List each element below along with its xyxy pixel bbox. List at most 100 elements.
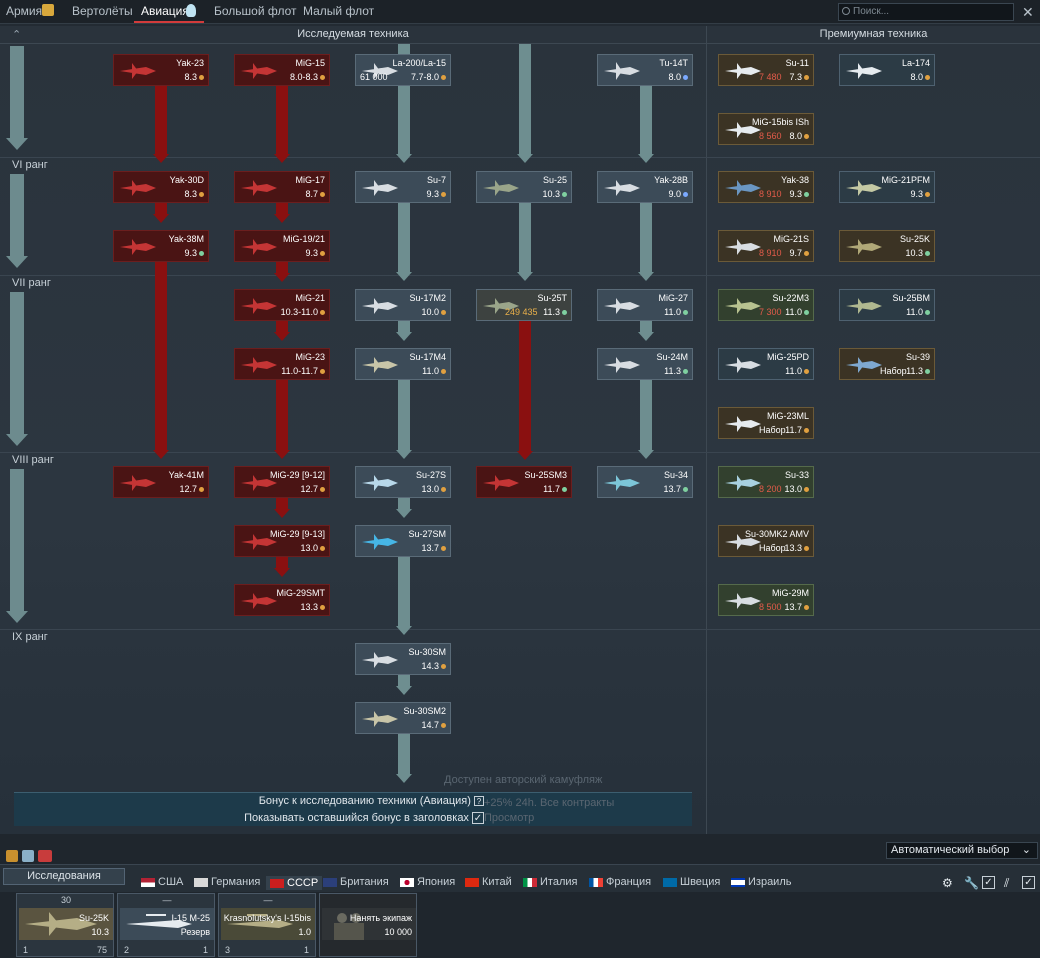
- vehicle-card-mig29-912[interactable]: MiG-29 [9-12] 12.7: [234, 466, 330, 498]
- vehicle-card-yak28b[interactable]: Yak-28B 9.0: [597, 171, 693, 203]
- collapse-icon[interactable]: ⌃: [12, 28, 21, 41]
- vehicle-card-su33[interactable]: Su-33 8 200 13.0: [718, 466, 814, 498]
- vehicle-card-su27s[interactable]: Su-27S 13.0: [355, 466, 451, 498]
- vehicle-card-su25[interactable]: Su-25 10.3: [476, 171, 572, 203]
- auto-select-dropdown[interactable]: Автоматический выбор ⌄: [886, 842, 1038, 859]
- rank-arrow: [6, 256, 28, 268]
- vehicle-card-su11[interactable]: Su-11 7 480 7.3: [718, 54, 814, 86]
- checkbox-checked-icon[interactable]: ✓: [1022, 876, 1035, 889]
- tab-aviation[interactable]: Авиация: [141, 4, 189, 18]
- plane-icon: [362, 180, 398, 196]
- nation-tab-china[interactable]: Китай: [465, 876, 512, 888]
- vehicle-card-mig21s[interactable]: MiG-21S 8 910 9.7: [718, 230, 814, 262]
- vehicle-card-mig23ml[interactable]: MiG-23ML Набор 11.7: [718, 407, 814, 439]
- vehicle-card-mig1921[interactable]: MiG-19/21 9.3: [234, 230, 330, 262]
- plane-icon: [604, 298, 640, 314]
- rank-label-7[interactable]: VII ранг: [12, 277, 51, 289]
- search-input[interactable]: Поиск...: [838, 3, 1014, 21]
- vehicle-card-mig23[interactable]: MiG-23 11.0-11.7: [234, 348, 330, 380]
- vehicle-card-su39[interactable]: Su-39 Набор 11.3: [839, 348, 935, 380]
- battle-rating: 1.0: [298, 927, 311, 937]
- crew-vehicle-name: I-15 M-25: [171, 913, 210, 923]
- list-icon[interactable]: [42, 4, 54, 16]
- research-cost: 249 435: [505, 307, 538, 317]
- vehicle-card-su30sm2[interactable]: Su-30SM2 14.7: [355, 702, 451, 734]
- vehicle-card-mig29smt[interactable]: MiG-29SMT 13.3: [234, 584, 330, 616]
- nation-tab-france[interactable]: Франция: [589, 876, 651, 888]
- rank-label-9[interactable]: IX ранг: [12, 631, 48, 643]
- vehicle-card-mig29m[interactable]: MiG-29M 8 500 13.7: [718, 584, 814, 616]
- wrench-icon[interactable]: 🔧: [964, 876, 979, 890]
- vehicle-card-su25k[interactable]: Su-25K 10.3: [839, 230, 935, 262]
- tree-connector: [398, 734, 410, 774]
- vehicle-card-su22m3[interactable]: Su-22M3 7 300 11.0: [718, 289, 814, 321]
- hire-crew-slot[interactable]: Нанять экипаж 10 000: [319, 893, 417, 957]
- nation-tab-usa[interactable]: США: [141, 876, 183, 888]
- rank-label-8[interactable]: VIII ранг: [12, 454, 54, 466]
- vehicle-card-su17m2[interactable]: Su-17M2 10.0: [355, 289, 451, 321]
- battle-rating: 12.7: [179, 484, 204, 494]
- bonus-toggle-row[interactable]: Показывать оставшийся бонус в заголовках…: [14, 812, 484, 824]
- nation-tab-britain[interactable]: Британия: [323, 876, 389, 888]
- vehicle-card-mig29-913[interactable]: MiG-29 [9-13] 13.0: [234, 525, 330, 557]
- tab-army[interactable]: Армия: [6, 4, 42, 18]
- vehicle-card-su25t[interactable]: Su-25T 249 435 11.3: [476, 289, 572, 321]
- vehicle-name: MiG-29M: [771, 588, 809, 598]
- vehicle-card-yak38[interactable]: Yak-38 8 910 9.3: [718, 171, 814, 203]
- ammo-icon[interactable]: ⫽: [1004, 876, 1009, 891]
- vehicle-card-mig17[interactable]: MiG-17 8.7: [234, 171, 330, 203]
- crew-number: 3: [225, 945, 231, 955]
- tab-large-fleet[interactable]: Большой флот: [214, 4, 297, 18]
- nation-tab-germany[interactable]: Германия: [194, 876, 260, 888]
- nation-tab-ussr[interactable]: СССР: [266, 876, 323, 890]
- checkbox-checked-icon[interactable]: ✓: [982, 876, 995, 889]
- close-icon[interactable]: ✕: [1022, 4, 1034, 21]
- vehicle-card-su34[interactable]: Su-34 13.7: [597, 466, 693, 498]
- help-icon[interactable]: ?: [474, 796, 484, 806]
- vehicle-card-yak23[interactable]: Yak-23 8.3: [113, 54, 209, 86]
- nation-tab-italy[interactable]: Италия: [523, 876, 577, 888]
- crew-skill: 1: [202, 945, 208, 955]
- vehicle-card-la174[interactable]: La-174 8.0: [839, 54, 935, 86]
- nation-tab-israel[interactable]: Израиль: [731, 876, 791, 888]
- battle-rating: 11.3: [543, 307, 567, 317]
- vehicle-name: MiG-17: [295, 175, 325, 185]
- vehicle-card-tu14t[interactable]: Tu-14T 8.0: [597, 54, 693, 86]
- vehicle-card-yak30d[interactable]: Yak-30D 8.3: [113, 171, 209, 203]
- vehicle-card-su24m[interactable]: Su-24M 11.3: [597, 348, 693, 380]
- nation-tab-sweden[interactable]: Швеция: [663, 876, 720, 888]
- tree-connector: [398, 380, 410, 452]
- vehicle-card-mig15bis[interactable]: MiG-15bis ISh 8 560 8.0: [718, 113, 814, 145]
- vehicle-card-mig25pd[interactable]: MiG-25PD 11.0: [718, 348, 814, 380]
- battle-rating: 7.3: [789, 72, 809, 82]
- battle-rating: 11.0: [785, 307, 809, 317]
- nation-tab-japan[interactable]: Япония: [400, 876, 455, 888]
- research-button[interactable]: Исследования: [3, 868, 125, 885]
- researched-title: Исследуемая техника: [297, 28, 409, 40]
- research-cost: 61 000: [360, 72, 388, 82]
- rank-label-6[interactable]: VI ранг: [12, 159, 48, 171]
- gear-icon[interactable]: ⚙: [942, 876, 953, 890]
- vehicle-card-su25bm[interactable]: Su-25BM 11.0: [839, 289, 935, 321]
- checkbox-checked-icon[interactable]: ✓: [472, 812, 484, 824]
- tab-helicopters[interactable]: Вертолёты: [72, 4, 133, 18]
- auto-select-value: Автоматический выбор: [891, 844, 1010, 856]
- vehicle-price: 7 300: [759, 307, 782, 317]
- crew-slot[interactable]: — I-15 M-25 Резерв 2 1: [117, 893, 215, 957]
- vehicle-card-yak38m[interactable]: Yak-38M 9.3: [113, 230, 209, 262]
- vehicle-card-su27sm[interactable]: Su-27SM 13.7: [355, 525, 451, 557]
- vehicle-card-su30sm[interactable]: Su-30SM 14.3: [355, 643, 451, 675]
- crew-slot[interactable]: 30 Su-25K 10.3 1 75: [16, 893, 114, 957]
- vehicle-card-yak41m[interactable]: Yak-41M 12.7: [113, 466, 209, 498]
- vehicle-card-mig27[interactable]: MiG-27 11.0: [597, 289, 693, 321]
- crew-slot[interactable]: — Krasnolutsky's I-15bis 1.0 3 1: [218, 893, 316, 957]
- vehicle-card-su17m4[interactable]: Su-17M4 11.0: [355, 348, 451, 380]
- vehicle-card-mig21pfm[interactable]: MiG-21PFM 9.3: [839, 171, 935, 203]
- vehicle-card-la200[interactable]: La-200/La-15 61 000 7.7-8.0: [355, 54, 451, 86]
- vehicle-card-mig15[interactable]: MiG-15 8.0-8.3: [234, 54, 330, 86]
- vehicle-card-su30mk2[interactable]: Su-30MK2 AMV Набор 13.3: [718, 525, 814, 557]
- vehicle-card-su25sm3[interactable]: Su-25SM3 11.7: [476, 466, 572, 498]
- vehicle-card-mig21[interactable]: MiG-21 10.3-11.0: [234, 289, 330, 321]
- vehicle-card-su7[interactable]: Su-7 9.3: [355, 171, 451, 203]
- tab-small-fleet[interactable]: Малый флот: [303, 4, 374, 18]
